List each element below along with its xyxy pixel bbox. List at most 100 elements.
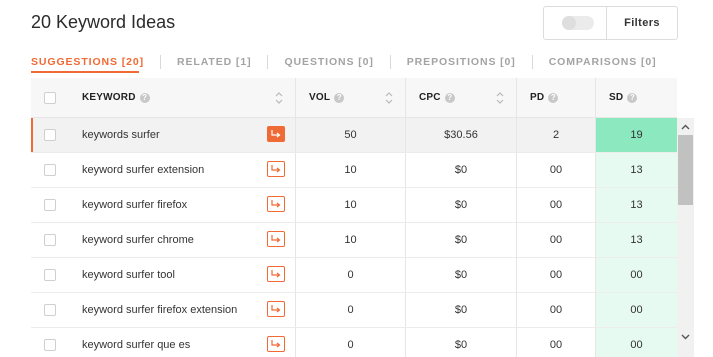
- cpc-cell: $0: [406, 328, 517, 357]
- table-scrollbar[interactable]: [677, 118, 694, 357]
- tab-separator: [160, 55, 162, 69]
- cpc-cell: $0: [406, 188, 517, 222]
- scroll-up-icon[interactable]: [677, 118, 694, 135]
- row-checkbox-cell: [31, 118, 69, 152]
- info-icon[interactable]: ?: [548, 92, 559, 103]
- pd-cell: 00: [517, 153, 596, 187]
- header-cpc[interactable]: CPC ?: [406, 78, 517, 117]
- table-row[interactable]: keyword surfer extension 10 $0 00 13: [31, 153, 677, 188]
- header-pd-label: PD: [530, 92, 545, 103]
- external-link-icon[interactable]: [267, 161, 285, 177]
- row-checkbox-cell: [31, 258, 69, 292]
- tab-suggestions[interactable]: SUGGESTIONS [20]: [31, 56, 144, 68]
- tab-related[interactable]: RELATED [1]: [177, 56, 251, 68]
- tab-separator: [389, 55, 391, 69]
- table-row[interactable]: keyword surfer que es 0 $0 00 00: [31, 328, 677, 357]
- sd-cell: 00: [596, 258, 677, 292]
- cpc-cell: $30.56: [406, 118, 517, 152]
- sort-icon[interactable]: [275, 91, 283, 105]
- row-checkbox-cell: [31, 188, 69, 222]
- row-checkbox-cell: [31, 328, 69, 357]
- table-row[interactable]: keyword surfer chrome 10 $0 00 13: [31, 223, 677, 258]
- row-checkbox[interactable]: [44, 304, 56, 316]
- keyword-text: keyword surfer chrome: [82, 234, 194, 246]
- vol-cell: 0: [296, 258, 406, 292]
- info-icon[interactable]: ?: [627, 92, 638, 103]
- vol-cell: 0: [296, 328, 406, 357]
- info-icon[interactable]: ?: [334, 92, 345, 103]
- info-icon[interactable]: ?: [139, 92, 150, 103]
- row-checkbox[interactable]: [44, 269, 56, 281]
- table-row[interactable]: keyword surfer firefox extension 0 $0 00…: [31, 293, 677, 328]
- keyword-cell: keyword surfer firefox extension: [69, 293, 296, 327]
- select-all-checkbox[interactable]: [44, 91, 56, 104]
- pd-cell: 00: [517, 223, 596, 257]
- tab-questions[interactable]: QUESTIONS [0]: [284, 56, 373, 68]
- sd-cell: 13: [596, 188, 677, 222]
- row-checkbox[interactable]: [44, 234, 56, 246]
- header-keyword[interactable]: KEYWORD ?: [69, 78, 296, 117]
- keyword-text: keyword surfer tool: [82, 269, 175, 281]
- vol-cell: 50: [296, 118, 406, 152]
- external-link-icon[interactable]: [267, 301, 285, 317]
- keyword-cell: keyword surfer chrome: [69, 223, 296, 257]
- keyword-cell: keyword surfer extension: [69, 153, 296, 187]
- sort-icon[interactable]: [385, 91, 393, 105]
- pd-cell: 00: [517, 258, 596, 292]
- header-cpc-label: CPC: [419, 92, 441, 103]
- table-row[interactable]: keywords surfer 50 $30.56 2 19: [31, 118, 677, 153]
- keyword-text: keyword surfer extension: [82, 164, 205, 176]
- keyword-cell: keyword surfer firefox: [69, 188, 296, 222]
- page-title: 20 Keyword Ideas: [31, 12, 176, 32]
- info-icon[interactable]: ?: [444, 92, 455, 103]
- vol-cell: 0: [296, 293, 406, 327]
- row-checkbox-cell: [31, 223, 69, 257]
- header-sd[interactable]: SD ?: [596, 78, 677, 117]
- keyword-text: keyword surfer que es: [82, 339, 191, 351]
- sd-cell: 00: [596, 328, 677, 357]
- row-checkbox[interactable]: [44, 164, 56, 176]
- scroll-thumb[interactable]: [678, 135, 693, 205]
- filters-toggle[interactable]: [562, 16, 594, 30]
- active-tab-underline: [31, 71, 139, 73]
- cpc-cell: $0: [406, 153, 517, 187]
- sort-icon[interactable]: [496, 91, 504, 105]
- external-link-icon[interactable]: [267, 336, 285, 352]
- filters-button[interactable]: Filters: [607, 17, 677, 29]
- scroll-down-icon[interactable]: [677, 328, 694, 345]
- external-link-icon[interactable]: [267, 266, 285, 282]
- vol-cell: 10: [296, 153, 406, 187]
- pd-cell: 00: [517, 188, 596, 222]
- sd-cell: 19: [596, 118, 677, 152]
- row-checkbox-cell: [31, 153, 69, 187]
- table-row[interactable]: keyword surfer tool 0 $0 00 00: [31, 258, 677, 293]
- table-row[interactable]: keyword surfer firefox 10 $0 00 13: [31, 188, 677, 223]
- header-vol-label: VOL: [309, 92, 331, 103]
- external-link-icon[interactable]: [267, 196, 285, 212]
- row-checkbox[interactable]: [44, 339, 56, 351]
- external-link-icon[interactable]: [267, 231, 285, 247]
- keyword-text: keywords surfer: [82, 129, 160, 141]
- sd-cell: 13: [596, 223, 677, 257]
- vol-cell: 10: [296, 223, 406, 257]
- tabs-bar: SUGGESTIONS [20] RELATED [1] QUESTIONS […: [31, 55, 657, 69]
- filters-box: Filters: [543, 6, 678, 40]
- header-vol[interactable]: VOL ?: [296, 78, 406, 117]
- table-header: KEYWORD ? VOL ? CPC ? PD ? SD ?: [31, 78, 677, 118]
- header-checkbox-cell: [31, 78, 69, 117]
- external-link-icon[interactable]: [267, 126, 285, 142]
- row-checkbox[interactable]: [44, 129, 56, 141]
- cpc-cell: $0: [406, 258, 517, 292]
- keyword-cell: keyword surfer tool: [69, 258, 296, 292]
- toggle-knob: [562, 16, 576, 30]
- cpc-cell: $0: [406, 223, 517, 257]
- header-keyword-label: KEYWORD: [82, 92, 136, 103]
- cpc-cell: $0: [406, 293, 517, 327]
- pd-cell: 2: [517, 118, 596, 152]
- tab-comparisons[interactable]: COMPARISONS [0]: [549, 56, 657, 68]
- row-checkbox[interactable]: [44, 199, 56, 211]
- row-checkbox-cell: [31, 293, 69, 327]
- tab-prepositions[interactable]: PREPOSITIONS [0]: [407, 56, 516, 68]
- pd-cell: 00: [517, 293, 596, 327]
- header-pd[interactable]: PD ?: [517, 78, 596, 117]
